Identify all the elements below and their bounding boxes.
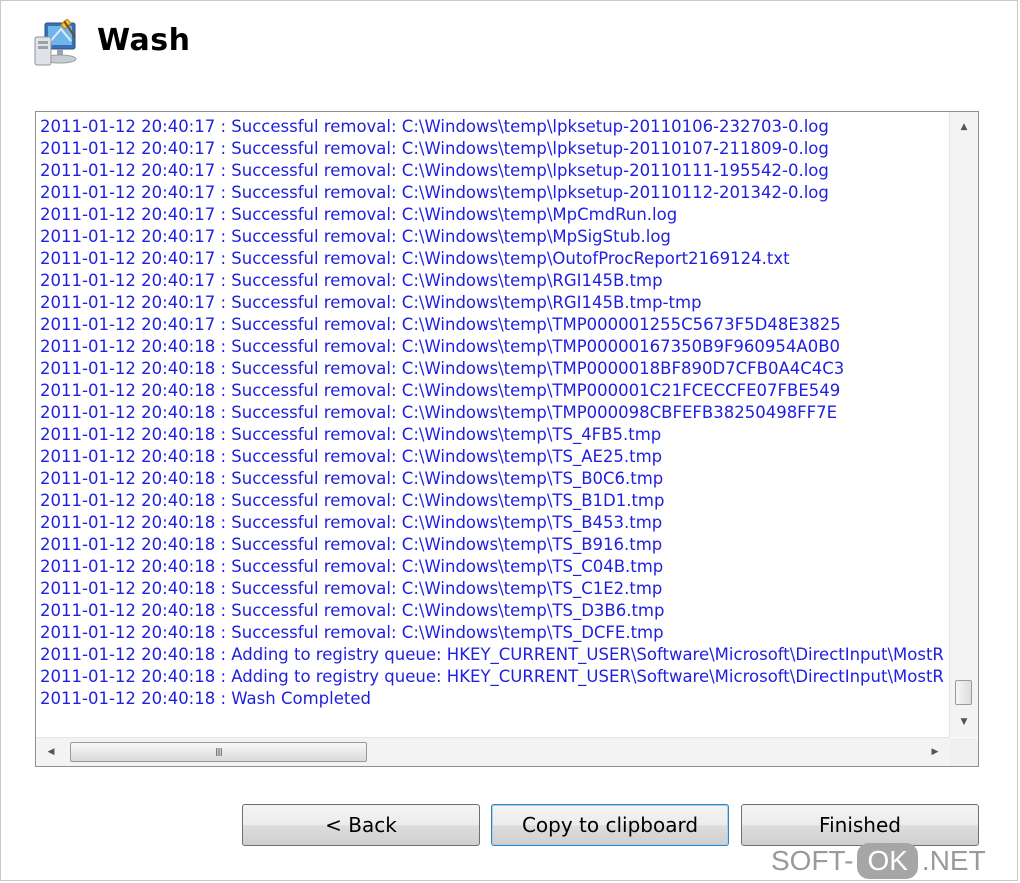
log-line: 2011-01-12 20:40:17 : Successful removal… [40, 227, 671, 246]
log-line: 2011-01-12 20:40:18 : Successful removal… [40, 359, 845, 378]
log-line: 2011-01-12 20:40:18 : Successful removal… [40, 579, 663, 598]
log-line: 2011-01-12 20:40:17 : Successful removal… [40, 315, 841, 334]
watermark-right: .NET [921, 845, 986, 876]
log-line: 2011-01-12 20:40:18 : Successful removal… [40, 491, 665, 510]
computer-cleaner-icon [31, 18, 87, 75]
log-line: 2011-01-12 20:40:18 : Adding to registry… [40, 645, 944, 664]
log-line: 2011-01-12 20:40:17 : Successful removal… [40, 183, 829, 202]
log-line: 2011-01-12 20:40:17 : Successful removal… [40, 249, 790, 268]
scroll-left-arrow-icon[interactable]: ◀ [38, 738, 64, 766]
scrollbar-corner [950, 738, 978, 766]
log-line: 2011-01-12 20:40:18 : Successful removal… [40, 601, 665, 620]
horizontal-scroll-thumb[interactable]: III [70, 742, 367, 762]
log-line: 2011-01-12 20:40:18 : Successful removal… [40, 337, 841, 356]
scroll-up-arrow-icon[interactable]: ▲ [950, 114, 978, 140]
log-line: 2011-01-12 20:40:18 : Successful removal… [40, 381, 841, 400]
log-line: 2011-01-12 20:40:18 : Adding to registry… [40, 667, 944, 686]
watermark-left: SOFT- [771, 845, 854, 876]
log-line: 2011-01-12 20:40:18 : Successful removal… [40, 557, 664, 576]
scroll-right-arrow-icon[interactable]: ▶ [922, 738, 948, 766]
log-line: 2011-01-12 20:40:18 : Successful removal… [40, 469, 664, 488]
log-line: 2011-01-12 20:40:18 : Successful removal… [40, 513, 663, 532]
log-line: 2011-01-12 20:40:18 : Successful removal… [40, 447, 663, 466]
watermark-logo: SOFT- OK .NET [771, 839, 986, 883]
vertical-scroll-thumb[interactable] [955, 680, 972, 705]
log-line: 2011-01-12 20:40:18 : Successful removal… [40, 425, 662, 444]
log-line: 2011-01-12 20:40:17 : Successful removal… [40, 139, 829, 158]
scroll-down-arrow-icon[interactable]: ▼ [950, 709, 978, 735]
vertical-scrollbar[interactable]: ▲ ▼ [949, 112, 978, 737]
wash-log-listbox[interactable]: 2011-01-12 20:40:17 : Successful removal… [35, 111, 979, 767]
copy-to-clipboard-button[interactable]: Copy to clipboard [491, 804, 729, 846]
log-lines: 2011-01-12 20:40:17 : Successful removal… [40, 116, 948, 736]
log-line: 2011-01-12 20:40:18 : Successful removal… [40, 623, 664, 642]
log-line: 2011-01-12 20:40:18 : Wash Completed [40, 689, 371, 708]
scroll-grip-icon: III [215, 745, 223, 759]
log-line: 2011-01-12 20:40:17 : Successful removal… [40, 205, 678, 224]
log-line: 2011-01-12 20:40:17 : Successful removal… [40, 271, 663, 290]
watermark-ok: OK [857, 843, 918, 879]
log-line: 2011-01-12 20:40:17 : Successful removal… [40, 117, 829, 136]
wash-dialog-window: Wash 2011-01-12 20:40:17 : Successful re… [0, 0, 1018, 881]
dialog-header: Wash [1, 1, 1019, 101]
page-title: Wash [97, 23, 191, 58]
log-line: 2011-01-12 20:40:18 : Successful removal… [40, 403, 838, 422]
log-line: 2011-01-12 20:40:17 : Successful removal… [40, 293, 702, 312]
horizontal-scrollbar[interactable]: ◀ III ▶ [36, 737, 950, 766]
back-button[interactable]: < Back [242, 804, 480, 846]
log-line: 2011-01-12 20:40:17 : Successful removal… [40, 161, 829, 180]
log-line: 2011-01-12 20:40:18 : Successful removal… [40, 535, 663, 554]
